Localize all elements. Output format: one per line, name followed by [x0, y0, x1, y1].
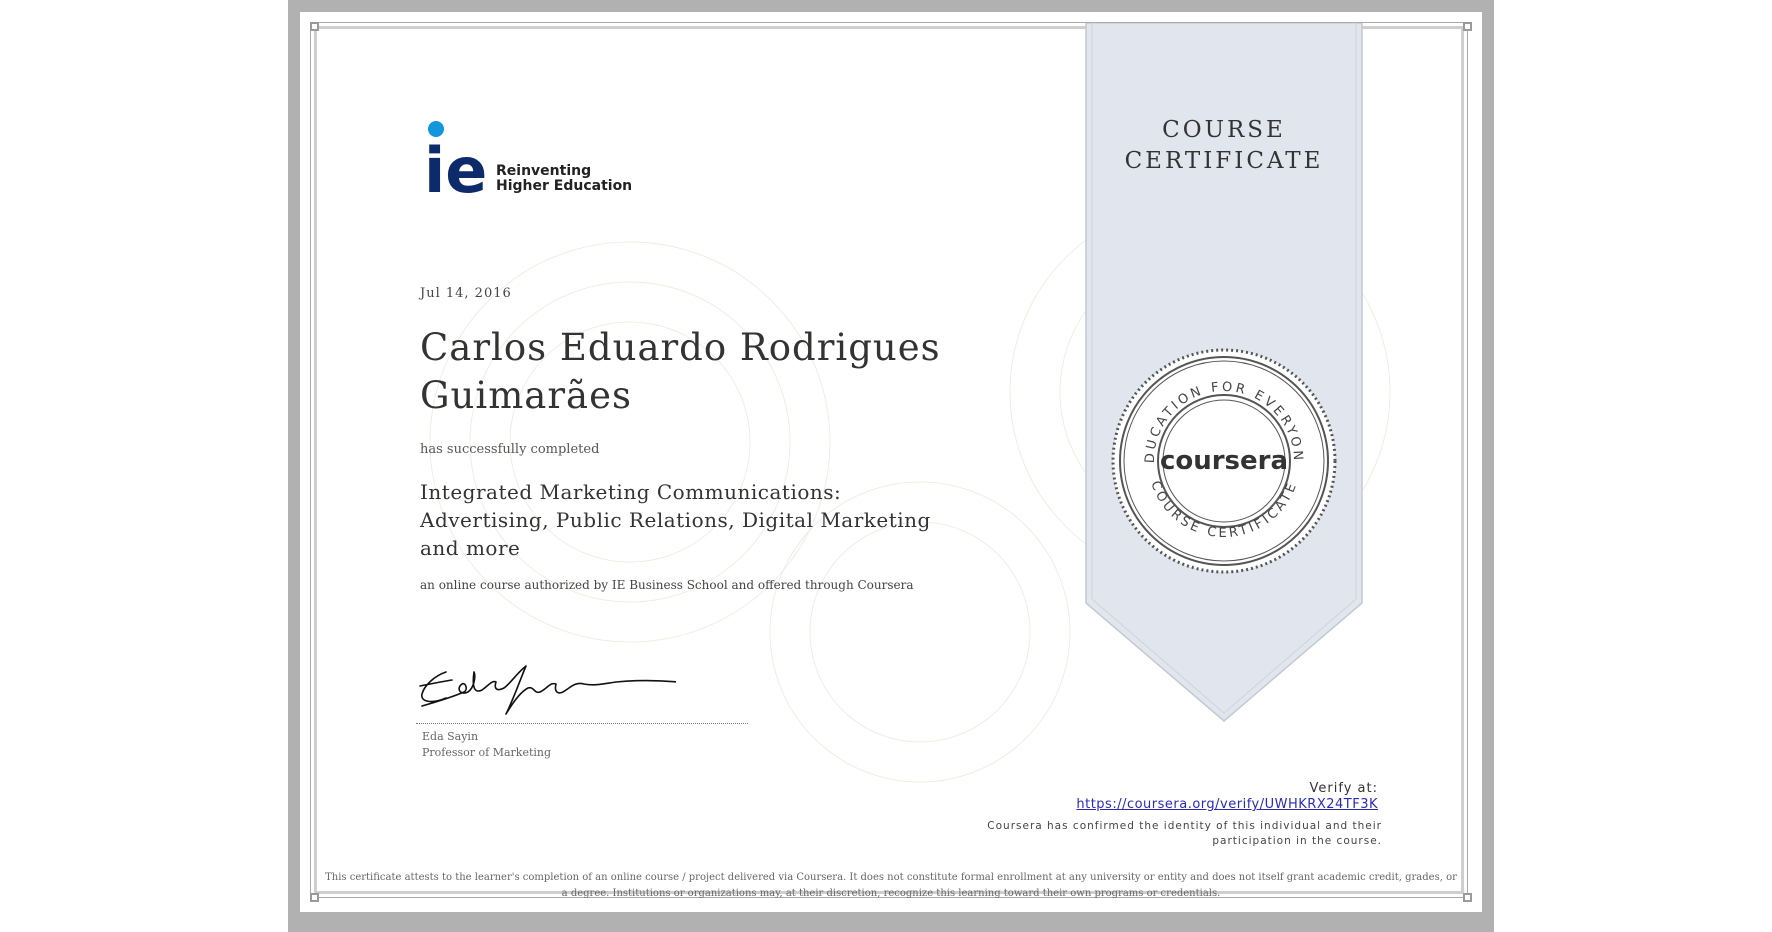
recipient-name: Carlos Eduardo Rodrigues Guimarães [420, 326, 941, 417]
signatory-title: Professor of Marketing [422, 746, 552, 759]
signatory-name: Eda Sayin [422, 730, 479, 743]
verify-label: Verify at: [1309, 781, 1378, 796]
corner-ornament-top-right [1463, 22, 1472, 31]
certificate-page: COURSE CERTIFICATE EDUCATION FOR EVERYON… [300, 12, 1482, 912]
signature-line [416, 723, 748, 724]
ie-tagline-line2: Higher Education [496, 178, 632, 194]
certificate-type-label: COURSE CERTIFICATE [1085, 115, 1363, 177]
completion-statement: has successfully completed [420, 442, 600, 457]
course-title: Integrated Marketing Communications: Adv… [420, 480, 931, 560]
identity-confirmation-line1: Coursera has confirmed the identity of t… [987, 820, 1382, 832]
course-authorization: an online course authorized by IE Busine… [420, 578, 914, 592]
ie-logo: ie Reinventing Higher Education [424, 121, 632, 207]
ie-tagline-line1: Reinventing [496, 163, 591, 179]
seal-brand-text: coursera [1160, 446, 1288, 476]
verify-link[interactable]: https://coursera.org/verify/UWHKRX24TF3K [300, 797, 1378, 812]
disclaimer-line1: This certificate attests to the learner'… [325, 872, 1457, 883]
certificate-frame: COURSE CERTIFICATE EDUCATION FOR EVERYON… [288, 0, 1494, 932]
completion-date: Jul 14, 2016 [420, 286, 512, 301]
certificate-type-line1: COURSE [1162, 117, 1286, 143]
disclaimer-line2: a degree. Institutions or organizations … [561, 888, 1221, 899]
coursera-seal: EDUCATION FOR EVERYONE COURSE CERTIFICAT… [1111, 348, 1337, 574]
corner-ornament-top-left [310, 22, 319, 31]
identity-confirmation-line2: participation in the course. [1212, 835, 1382, 847]
ie-brand-mark: ie [424, 134, 487, 207]
certificate-type-line2: CERTIFICATE [1124, 148, 1324, 174]
signature [419, 665, 676, 715]
